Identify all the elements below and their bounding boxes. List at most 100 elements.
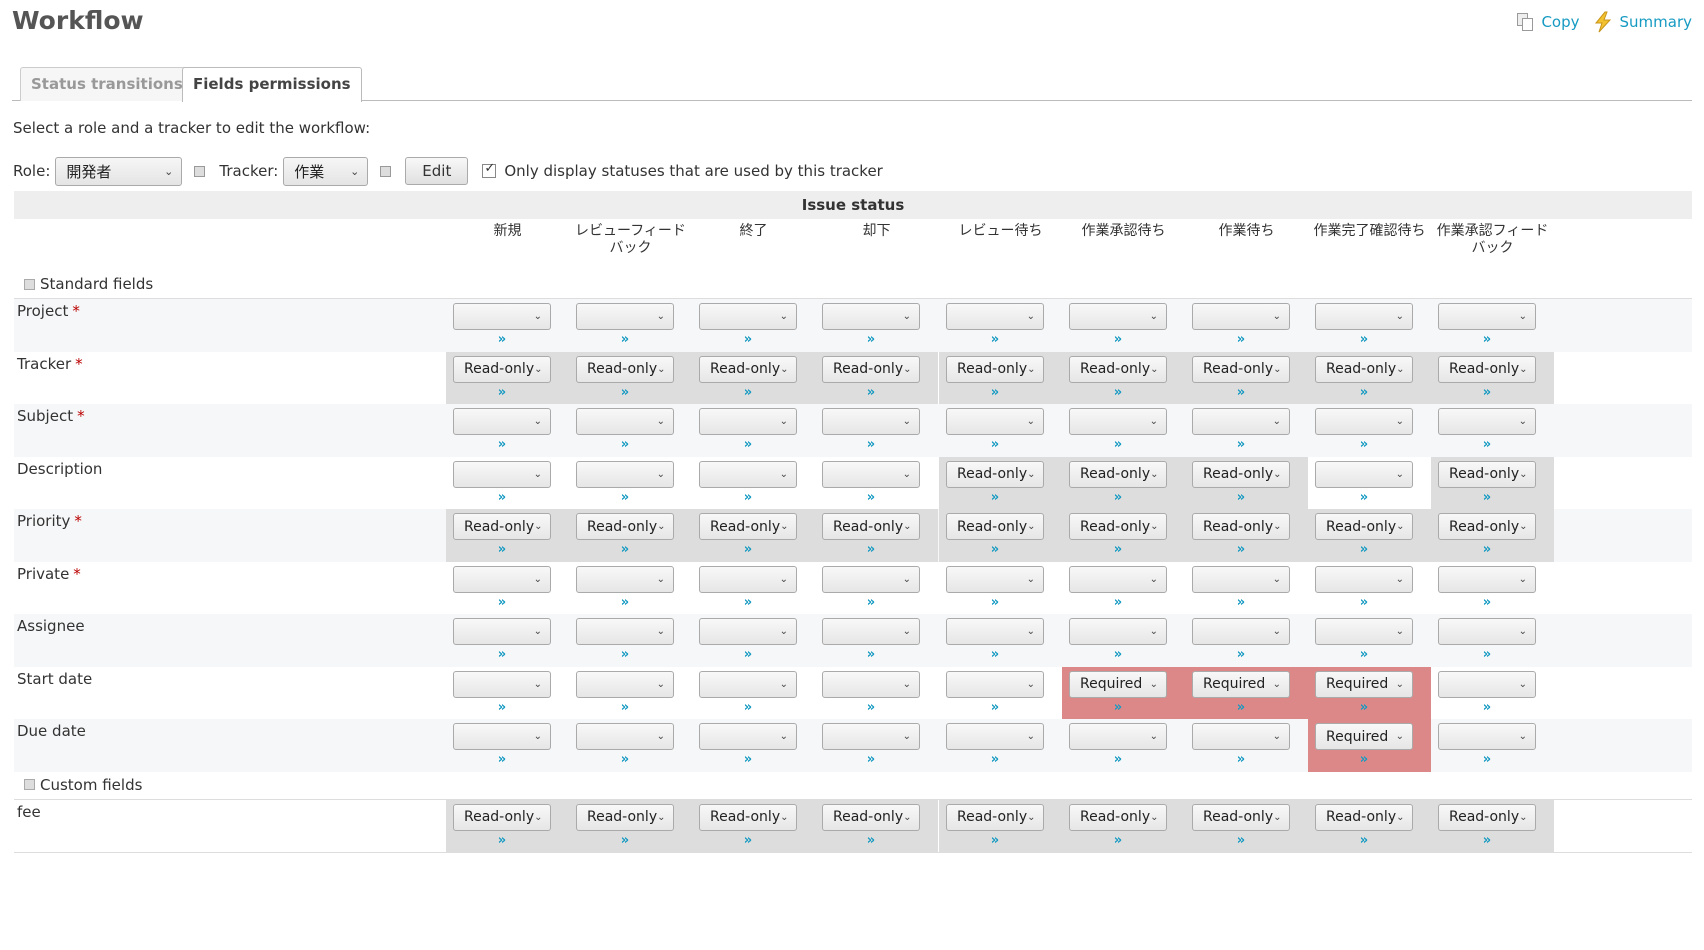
permission-select[interactable]: Read-only ⌄ bbox=[699, 355, 797, 383]
role-select[interactable]: 開発者 ⌄ bbox=[55, 156, 183, 186]
apply-to-all-link[interactable]: » bbox=[453, 647, 551, 662]
permission-select[interactable]: ⌄ bbox=[946, 670, 1044, 698]
permission-select[interactable]: Read-only ⌄ bbox=[1315, 355, 1413, 383]
permission-select[interactable]: ⌄ bbox=[822, 565, 920, 593]
permission-select[interactable]: ⌄ bbox=[453, 723, 551, 750]
apply-to-all-link[interactable]: » bbox=[946, 595, 1044, 610]
permission-select[interactable]: Read-only ⌄ bbox=[1315, 513, 1413, 540]
apply-to-all-link[interactable]: » bbox=[576, 833, 674, 848]
permission-select[interactable]: ⌄ bbox=[1438, 670, 1536, 698]
apply-to-all-link[interactable]: » bbox=[453, 437, 551, 452]
apply-to-all-link[interactable]: » bbox=[1069, 752, 1167, 767]
apply-to-all-link[interactable]: » bbox=[1438, 595, 1536, 610]
edit-button[interactable]: Edit bbox=[405, 157, 469, 185]
apply-to-all-link[interactable]: » bbox=[1069, 437, 1167, 452]
permission-select[interactable]: ⌄ bbox=[576, 460, 674, 488]
permission-select[interactable]: ⌄ bbox=[946, 723, 1044, 750]
permission-select[interactable]: ⌄ bbox=[1438, 565, 1536, 593]
collapse-toggle-icon[interactable] bbox=[24, 278, 35, 290]
permission-select[interactable]: ⌄ bbox=[1438, 618, 1536, 645]
apply-to-all-link[interactable]: » bbox=[1438, 542, 1536, 557]
apply-to-all-link[interactable]: » bbox=[1315, 542, 1413, 557]
permission-select[interactable]: ⌄ bbox=[1315, 408, 1413, 435]
permission-select[interactable]: Read-only ⌄ bbox=[1069, 803, 1167, 831]
apply-to-all-link[interactable]: » bbox=[576, 647, 674, 662]
apply-to-all-link[interactable]: » bbox=[699, 752, 797, 767]
apply-to-all-link[interactable]: » bbox=[822, 833, 920, 848]
permission-select[interactable]: Read-only ⌄ bbox=[1069, 355, 1167, 383]
permission-select[interactable]: ⌄ bbox=[1192, 303, 1290, 330]
permission-select[interactable]: Required ⌄ bbox=[1315, 723, 1413, 750]
apply-to-all-link[interactable]: » bbox=[1315, 833, 1413, 848]
permission-select[interactable]: Read-only ⌄ bbox=[1069, 460, 1167, 488]
apply-to-all-link[interactable]: » bbox=[453, 700, 551, 715]
apply-to-all-link[interactable]: » bbox=[1315, 595, 1413, 610]
permission-select[interactable]: ⌄ bbox=[699, 723, 797, 750]
permission-select[interactable]: ⌄ bbox=[699, 618, 797, 645]
tab-status-transitions[interactable]: Status transitions bbox=[20, 67, 194, 101]
apply-to-all-link[interactable]: » bbox=[1438, 437, 1536, 452]
apply-to-all-link[interactable]: » bbox=[576, 595, 674, 610]
apply-to-all-link[interactable]: » bbox=[822, 385, 920, 400]
apply-to-all-link[interactable]: » bbox=[1192, 833, 1290, 848]
permission-select[interactable]: ⌄ bbox=[699, 303, 797, 330]
permission-select[interactable]: Read-only ⌄ bbox=[946, 803, 1044, 831]
permission-select[interactable]: ⌄ bbox=[1438, 303, 1536, 330]
permission-select[interactable]: Required ⌄ bbox=[1315, 670, 1413, 698]
apply-to-all-link[interactable]: » bbox=[699, 490, 797, 505]
apply-to-all-link[interactable]: » bbox=[1069, 647, 1167, 662]
apply-to-all-link[interactable]: » bbox=[699, 542, 797, 557]
permission-select[interactable]: ⌄ bbox=[822, 303, 920, 330]
apply-to-all-link[interactable]: » bbox=[453, 595, 551, 610]
permission-select[interactable]: ⌄ bbox=[822, 408, 920, 435]
permission-select[interactable]: ⌄ bbox=[1069, 565, 1167, 593]
permission-select[interactable]: Read-only ⌄ bbox=[1438, 803, 1536, 831]
apply-to-all-link[interactable]: » bbox=[1069, 700, 1167, 715]
permission-select[interactable]: Read-only ⌄ bbox=[946, 355, 1044, 383]
permission-select[interactable]: ⌄ bbox=[946, 565, 1044, 593]
permission-select[interactable]: ⌄ bbox=[1069, 618, 1167, 645]
permission-select[interactable]: ⌄ bbox=[1315, 565, 1413, 593]
permission-select[interactable]: ⌄ bbox=[1192, 565, 1290, 593]
permission-select[interactable]: ⌄ bbox=[699, 408, 797, 435]
apply-to-all-link[interactable]: » bbox=[1192, 595, 1290, 610]
permission-select[interactable]: Read-only ⌄ bbox=[822, 355, 920, 383]
apply-to-all-link[interactable]: » bbox=[1192, 700, 1290, 715]
apply-to-all-link[interactable]: » bbox=[822, 542, 920, 557]
apply-to-all-link[interactable]: » bbox=[1069, 833, 1167, 848]
apply-to-all-link[interactable]: » bbox=[453, 833, 551, 848]
apply-to-all-link[interactable]: » bbox=[1192, 752, 1290, 767]
apply-to-all-link[interactable]: » bbox=[1192, 647, 1290, 662]
apply-to-all-link[interactable]: » bbox=[1315, 752, 1413, 767]
permission-select[interactable]: ⌄ bbox=[822, 723, 920, 750]
permission-select[interactable]: Read-only ⌄ bbox=[1192, 513, 1290, 540]
apply-to-all-link[interactable]: » bbox=[822, 700, 920, 715]
permission-select[interactable]: ⌄ bbox=[576, 408, 674, 435]
permission-select[interactable]: ⌄ bbox=[1438, 723, 1536, 750]
permission-select[interactable]: ⌄ bbox=[453, 408, 551, 435]
tracker-select[interactable]: 作業 ⌄ bbox=[283, 156, 369, 186]
tab-fields-permissions[interactable]: Fields permissions bbox=[182, 67, 362, 102]
permission-select[interactable]: ⌄ bbox=[576, 670, 674, 698]
apply-to-all-link[interactable]: » bbox=[576, 385, 674, 400]
apply-to-all-link[interactable]: » bbox=[1438, 752, 1536, 767]
tracker-expand-toggle[interactable] bbox=[380, 165, 392, 177]
apply-to-all-link[interactable]: » bbox=[699, 437, 797, 452]
apply-to-all-link[interactable]: » bbox=[822, 752, 920, 767]
apply-to-all-link[interactable]: » bbox=[1315, 700, 1413, 715]
permission-select[interactable]: ⌄ bbox=[946, 618, 1044, 645]
permission-select[interactable]: Read-only ⌄ bbox=[453, 803, 551, 831]
apply-to-all-link[interactable]: » bbox=[1438, 490, 1536, 505]
apply-to-all-link[interactable]: » bbox=[1438, 332, 1536, 347]
apply-to-all-link[interactable]: » bbox=[1438, 833, 1536, 848]
apply-to-all-link[interactable]: » bbox=[453, 752, 551, 767]
apply-to-all-link[interactable]: » bbox=[946, 833, 1044, 848]
copy-link[interactable]: Copy bbox=[1517, 13, 1580, 31]
apply-to-all-link[interactable]: » bbox=[1438, 647, 1536, 662]
apply-to-all-link[interactable]: » bbox=[946, 437, 1044, 452]
permission-select[interactable]: ⌄ bbox=[1192, 723, 1290, 750]
permission-select[interactable]: ⌄ bbox=[1438, 408, 1536, 435]
apply-to-all-link[interactable]: » bbox=[1315, 647, 1413, 662]
apply-to-all-link[interactable]: » bbox=[1069, 385, 1167, 400]
permission-select[interactable]: ⌄ bbox=[453, 460, 551, 488]
